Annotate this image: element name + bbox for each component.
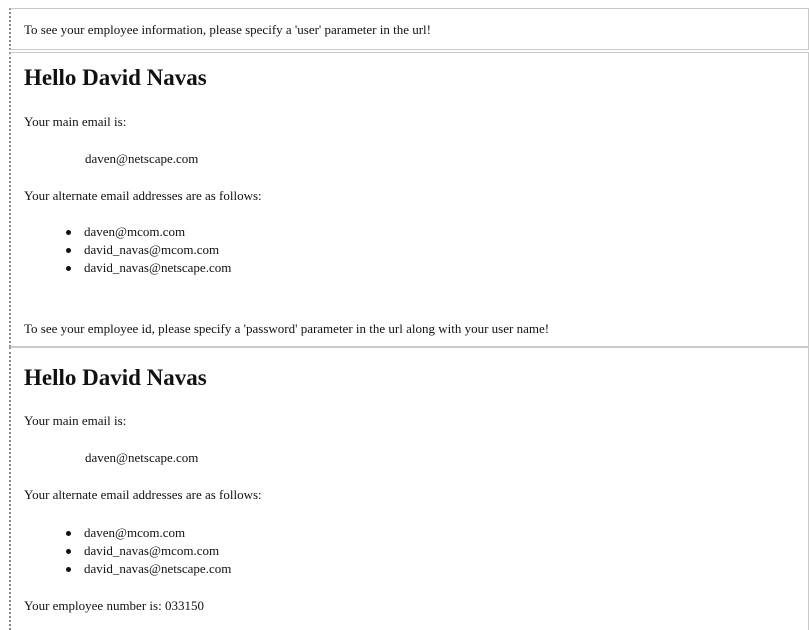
alternate-email-item: daven@mcom.com [24,524,231,542]
alternate-email-item: david_navas@netscape.com [24,560,231,578]
employee-number-label: Your employee number is: [24,598,162,613]
alternate-email-list: daven@mcom.com david_navas@mcom.com davi… [24,524,231,578]
employee-number-value: 033150 [164,598,204,613]
alternate-email-list: daven@mcom.com david_navas@mcom.com davi… [24,223,231,277]
alternate-email-item: david_navas@mcom.com [24,241,231,259]
top-frame: To see your employee information, please… [9,8,809,50]
main-email-value: daven@netscape.com [85,450,199,465]
employee-number-line: Your employee number is: 033150 [24,598,204,614]
alternate-email-item: david_navas@mcom.com [24,542,231,560]
alternate-email-item: david_navas@netscape.com [24,259,231,277]
greeting-heading: Hello David Navas [24,365,207,390]
user-parameter-notice: To see your employee information, please… [24,22,431,37]
main-email-value: daven@netscape.com [85,151,199,166]
main-email-label: Your main email is: [24,114,127,129]
main-email-label: Your main email is: [24,413,127,428]
alternate-emails-label: Your alternate email addresses are as fo… [24,188,262,203]
middle-frame: Hello David Navas Your main email is: da… [9,52,809,347]
password-parameter-notice: To see your employee id, please specify … [24,321,550,336]
bottom-frame: Hello David Navas Your main email is: da… [9,347,809,630]
alternate-emails-label: Your alternate email addresses are as fo… [24,487,262,502]
alternate-email-item: daven@mcom.com [24,223,231,241]
greeting-heading: Hello David Navas [24,65,207,90]
